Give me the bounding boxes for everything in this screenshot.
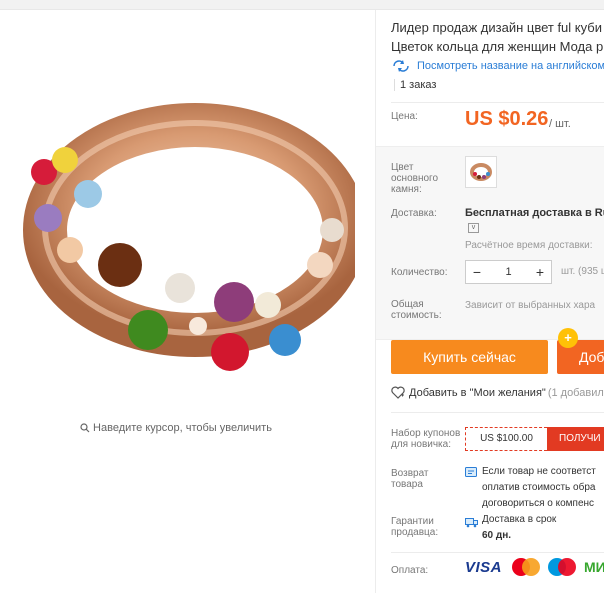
buy-now-button[interactable]: Купить сейчас <box>391 340 548 374</box>
quantity-label: Количество: <box>391 267 448 278</box>
returns-line: Если товар не соответст <box>482 466 596 477</box>
coupon-amount: US $100.00 <box>465 427 547 451</box>
quantity-stepper[interactable]: − 1 + <box>465 260 552 284</box>
guarantee-days: 60 дн. <box>482 530 512 541</box>
magnifier-icon <box>80 423 90 436</box>
quantity-input[interactable]: 1 <box>488 266 529 278</box>
translate-link-text: Посмотреть название на английском <box>417 60 604 72</box>
quantity-available: шт. (935 ш <box>561 266 604 277</box>
heart-plus-icon <box>391 386 405 399</box>
visa-logo-icon: VISA <box>465 558 503 576</box>
product-title-line-1: Лидер продаж дизайн цвет ful куби <box>391 20 602 35</box>
product-title: Лидер продаж дизайн цвет ful куби Цветок… <box>391 18 604 56</box>
returns-line: договориться о компенс <box>482 498 595 509</box>
zoom-hint: Наведите курсор, чтобы увеличить <box>0 422 352 436</box>
translate-icon <box>393 60 409 72</box>
top-bar <box>0 0 604 10</box>
coupon-label: Набор купонов для новичка: <box>391 428 461 450</box>
plus-icon[interactable]: + <box>529 264 551 280</box>
shipping-estimate: Расчётное время доставки: <box>465 240 593 251</box>
maestro-logo-icon <box>548 558 577 576</box>
minus-icon[interactable]: − <box>466 264 488 280</box>
returns-line: оплатив стоимость обра <box>482 482 596 493</box>
gallery-panel: Наведите курсор, чтобы увеличить <box>0 10 374 593</box>
returns-text: Если товар не соответст оплатив стоимост… <box>482 464 596 512</box>
guarantee-text: Доставка в срок <box>482 514 557 525</box>
product-image[interactable] <box>20 90 367 390</box>
returns-label: Возврат товара <box>391 468 429 490</box>
product-info-panel: Лидер продаж дизайн цвет ful куби Цветок… <box>376 10 604 593</box>
total-value: Зависит от выбранных хара <box>465 300 596 311</box>
divider-line <box>391 412 604 413</box>
divider-line <box>391 102 604 103</box>
translate-link[interactable]: Посмотреть название на английском <box>391 59 604 73</box>
mastercard-logo-icon <box>512 558 541 576</box>
shipping-label: Доставка: <box>391 208 437 219</box>
price-label: Цена: <box>391 111 418 122</box>
cart-plus-badge: + <box>558 328 578 348</box>
shipping-value: Бесплатная доставка в Ru <box>465 207 604 219</box>
mir-logo-icon: МИ <box>584 559 604 575</box>
color-label: Цвет основного камня: <box>391 162 439 195</box>
divider-line <box>391 552 604 553</box>
color-swatch[interactable] <box>465 156 497 188</box>
product-title-line-2: Цветок кольца для женщин Мода р <box>391 39 604 54</box>
guarantee-label: Гарантии продавца: <box>391 516 439 538</box>
payment-methods: VISA МИ <box>465 558 604 576</box>
orders-count: 1 заказ <box>394 79 436 91</box>
chevron-down-icon[interactable]: v <box>468 223 479 233</box>
wishlist-count: (1 добавил <box>547 386 604 399</box>
price-value: US $0.26 <box>465 108 549 130</box>
ring-thumbnail-icon <box>470 163 492 181</box>
return-policy-icon <box>465 465 477 483</box>
coupon-get-button[interactable]: ПОЛУЧИ <box>547 427 604 451</box>
payment-label: Оплата: <box>391 565 429 576</box>
zoom-hint-text: Наведите курсор, чтобы увеличить <box>93 422 272 434</box>
delivery-truck-icon <box>465 515 478 533</box>
price-unit: / шт. <box>549 118 571 130</box>
wishlist-text: Добавить в "Мои желания" <box>409 386 546 399</box>
wishlist-link[interactable]: Добавить в "Мои желания" (1 добавил <box>391 386 604 399</box>
total-label: Общая стоимость: <box>391 299 442 321</box>
ring-illustration <box>23 103 367 371</box>
